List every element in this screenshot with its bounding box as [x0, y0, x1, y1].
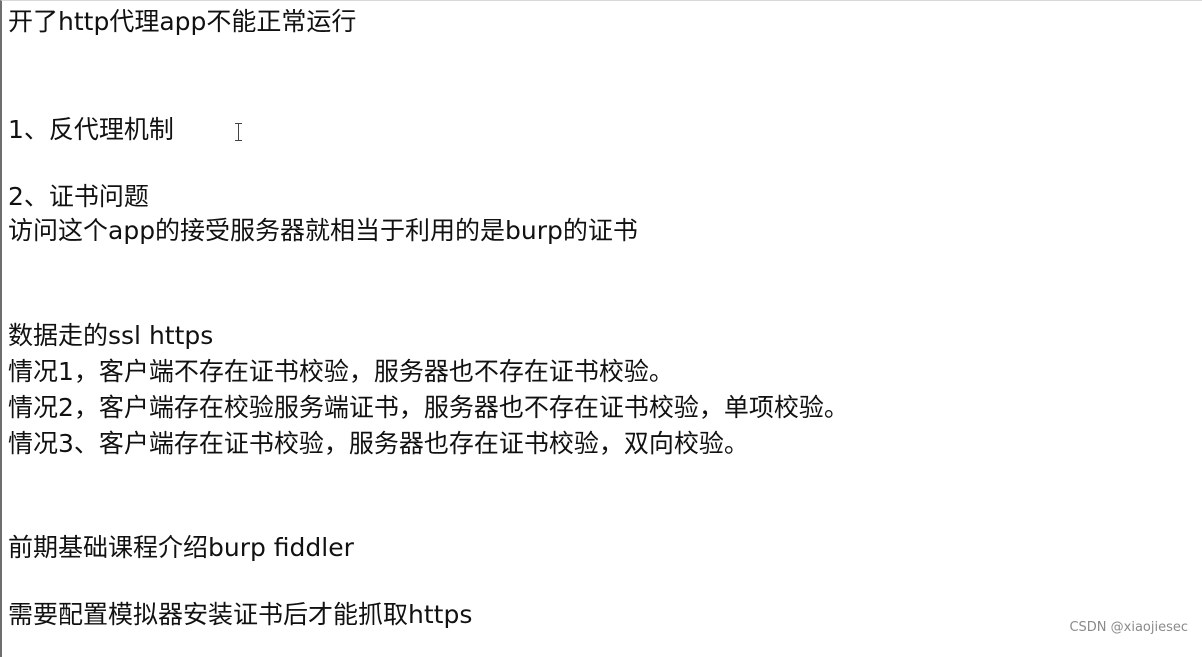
text-line: 1、反代理机制 [8, 115, 174, 144]
text-line: 情况2，客户端存在校验服务端证书，服务器也不存在证书校验，单项校验。 [8, 393, 849, 422]
text-line: 开了http代理app不能正常运行 [8, 7, 357, 36]
text-line: 情况3、客户端存在证书校验，服务器也存在证书校验，双向校验。 [8, 429, 749, 458]
text-line: 访问这个app的接受服务器就相当于利用的是burp的证书 [8, 216, 638, 245]
text-line: 数据走的ssl https [8, 321, 214, 350]
text-line: 需要配置模拟器安装证书后才能抓取https [8, 600, 473, 629]
text-cursor-icon [234, 123, 243, 141]
watermark-text: CSDN @xiaojiesec [1069, 620, 1188, 635]
text-line: 2、证书问题 [8, 182, 149, 211]
text-editor-area[interactable]: 开了http代理app不能正常运行 1、反代理机制 2、证书问题 访问这个app… [0, 0, 1202, 657]
text-line: 前期基础课程介绍burp fiddler [8, 533, 354, 562]
text-line: 情况1，客户端不存在证书校验，服务器也不存在证书校验。 [8, 357, 674, 386]
